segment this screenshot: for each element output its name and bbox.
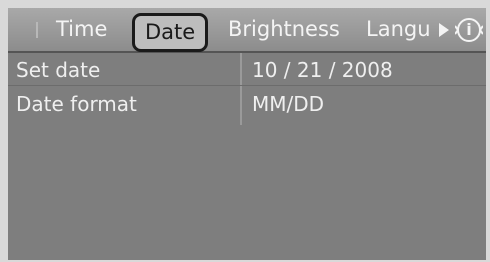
tab-date[interactable]: Date	[132, 13, 209, 52]
tab-bar: Time Date Brightness Langu i	[8, 8, 486, 53]
tab-language[interactable]: Langu	[366, 8, 442, 51]
info-glyph: i	[466, 20, 472, 39]
settings-screen: Time Date Brightness Langu i Set date 10…	[8, 8, 486, 260]
date-format-label: Date format	[16, 92, 137, 116]
set-date-value: 10 / 21 / 2008	[252, 58, 393, 82]
date-format-value: MM/DD	[252, 92, 325, 116]
set-date-label: Set date	[16, 58, 101, 82]
tab-time[interactable]: Time	[56, 8, 107, 51]
tab-brightness[interactable]: Brightness	[228, 8, 340, 51]
info-icon[interactable]: i	[455, 16, 483, 44]
setting-row-date-format[interactable]: Date format MM/DD	[8, 90, 486, 119]
setting-row-set-date[interactable]: Set date 10 / 21 / 2008	[8, 56, 486, 86]
arrow-right-icon[interactable]	[439, 23, 449, 37]
tab-scroll-indicator	[36, 22, 38, 38]
